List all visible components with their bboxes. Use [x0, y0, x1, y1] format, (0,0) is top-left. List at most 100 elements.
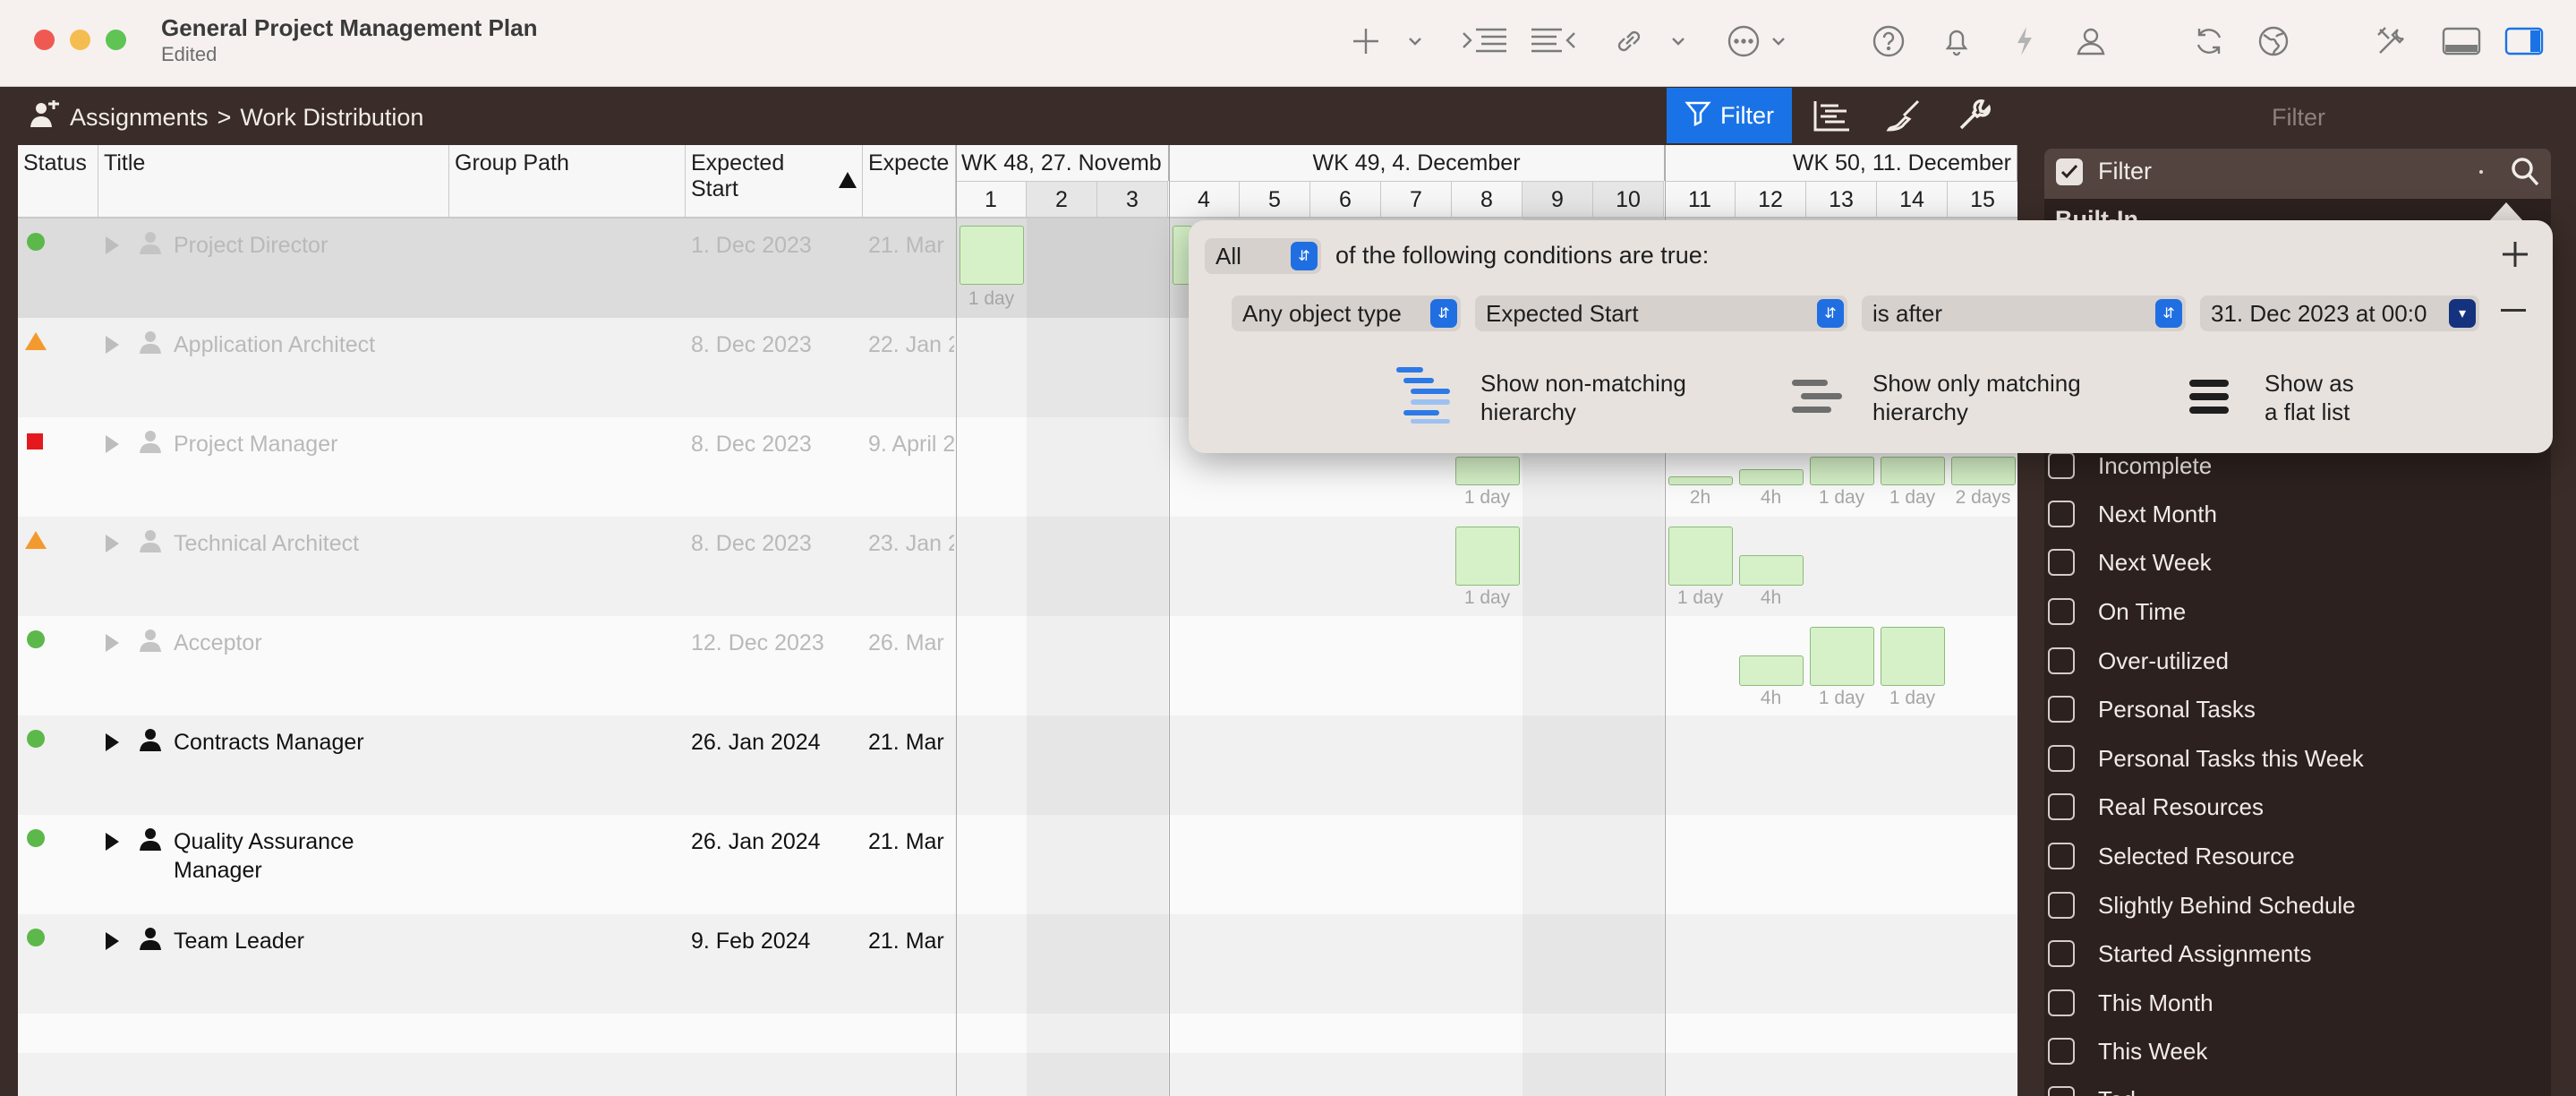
brush-icon[interactable] — [1880, 88, 1928, 143]
match-mode-select[interactable]: All ⇵ — [1205, 238, 1321, 274]
filter-checkbox[interactable] — [2048, 843, 2075, 869]
filter-checkbox[interactable] — [2048, 696, 2075, 723]
flat-list-icon[interactable] — [2188, 376, 2231, 422]
assignment-bar[interactable] — [1739, 555, 1804, 586]
link-icon[interactable] — [1611, 23, 1647, 59]
table-row[interactable] — [18, 1014, 2017, 1053]
filter-checkbox[interactable] — [2048, 1086, 2075, 1096]
date-value-field[interactable]: 31. Dec 2023 at 00:0 ▾ — [2200, 295, 2479, 331]
filter-item-today[interactable]: Tod — [2048, 1080, 2136, 1096]
more-icon[interactable] — [1724, 23, 1763, 59]
filter-item-personal-tasks[interactable]: Personal Tasks — [2048, 689, 2256, 729]
minimize-window-button[interactable] — [70, 30, 90, 50]
field-select[interactable]: Expected Start ⇵ — [1475, 295, 1847, 331]
assignment-bar[interactable] — [1455, 527, 1520, 586]
globe-icon[interactable] — [2256, 23, 2291, 59]
filter-checkbox[interactable] — [2048, 989, 2075, 1016]
option-matching-label[interactable]: Show only matching hierarchy — [1872, 369, 2081, 426]
column-header-status[interactable]: Status — [18, 145, 98, 217]
plus-icon[interactable] — [1348, 23, 1384, 59]
bell-icon[interactable] — [1939, 23, 1975, 59]
assignment-bar[interactable] — [1810, 627, 1874, 686]
filter-item-on-time[interactable]: On Time — [2048, 592, 2186, 631]
filter-item-slightly-behind-schedule[interactable]: Slightly Behind Schedule — [2048, 886, 2356, 925]
filter-item-this-week[interactable]: This Week — [2048, 1032, 2207, 1071]
assignment-bar[interactable] — [1668, 527, 1733, 586]
chevron-down-icon[interactable] — [1767, 23, 1790, 59]
bolt-icon[interactable] — [2010, 23, 2037, 59]
close-window-button[interactable] — [34, 30, 55, 50]
bottom-panel-icon[interactable] — [2440, 23, 2483, 59]
column-header-expected-start[interactable]: Expected Start — [686, 145, 863, 217]
right-panel-icon[interactable] — [2503, 23, 2546, 59]
object-type-select[interactable]: Any object type ⇵ — [1232, 295, 1461, 331]
table-row[interactable]: Contracts Manager 26. Jan 2024 21. Mar — [18, 715, 2017, 815]
filter-checkbox[interactable] — [2048, 549, 2075, 576]
filter-checkbox[interactable] — [2048, 745, 2075, 772]
assignment-bar[interactable] — [960, 226, 1024, 285]
breadcrumb-current[interactable]: Work Distribution — [240, 104, 423, 132]
column-header-group-path[interactable]: Group Path — [449, 145, 686, 217]
zoom-window-button[interactable] — [106, 30, 126, 50]
assignment-bar[interactable] — [1739, 655, 1804, 686]
chevron-down-icon[interactable] — [1667, 23, 1690, 59]
indent-icon[interactable] — [1461, 23, 1509, 59]
option-non-matching-label[interactable]: Show non-matching hierarchy — [1480, 369, 1686, 426]
assignment-bar[interactable] — [1881, 457, 1945, 485]
remove-condition-icon[interactable] — [2501, 309, 2526, 312]
assignment-bar[interactable] — [1455, 457, 1520, 485]
add-condition-icon[interactable] — [2499, 238, 2531, 275]
disclosure-triangle-icon[interactable] — [106, 932, 119, 950]
person-icon[interactable] — [2073, 23, 2109, 59]
table-row[interactable]: Quality Assurance Manager 26. Jan 2024 2… — [18, 815, 2017, 914]
search-icon[interactable] — [2510, 156, 2540, 193]
gantt-layout-icon[interactable] — [1808, 88, 1856, 143]
filter-checkbox[interactable] — [2048, 940, 2075, 967]
disclosure-triangle-icon[interactable] — [106, 833, 119, 851]
filter-item-this-month[interactable]: This Month — [2048, 983, 2213, 1023]
filter-item-selected-resource[interactable]: Selected Resource — [2048, 836, 2295, 876]
table-row[interactable]: Acceptor 12. Dec 2023 26. Mar — [18, 616, 2017, 715]
table-row[interactable] — [18, 1053, 2017, 1096]
wrench-icon[interactable] — [1949, 88, 1998, 143]
hierarchy-non-matching-icon[interactable] — [1395, 365, 1454, 429]
filter-checkbox[interactable] — [2048, 452, 2075, 479]
filter-checkbox[interactable] — [2048, 501, 2075, 527]
assignment-bar[interactable] — [1810, 457, 1874, 485]
tools-icon[interactable] — [2374, 23, 2410, 59]
disclosure-triangle-icon[interactable] — [106, 634, 119, 652]
assignment-bar[interactable] — [1668, 476, 1733, 485]
filter-enabled-checkbox[interactable] — [2056, 158, 2083, 185]
table-row[interactable]: Team Leader 9. Feb 2024 21. Mar — [18, 914, 2017, 1014]
filter-checkbox[interactable] — [2048, 1038, 2075, 1065]
filter-button[interactable]: Filter — [1667, 88, 1792, 143]
disclosure-triangle-icon[interactable] — [106, 535, 119, 552]
filter-checkbox[interactable] — [2048, 647, 2075, 674]
column-header-title[interactable]: Title — [98, 145, 449, 217]
assignment-bar[interactable] — [1881, 627, 1945, 686]
disclosure-triangle-icon[interactable] — [106, 733, 119, 751]
column-header-expected-end[interactable]: Expecte — [863, 145, 956, 217]
help-icon[interactable] — [1871, 23, 1906, 59]
disclosure-triangle-icon[interactable] — [106, 236, 119, 254]
filter-item-next-month[interactable]: Next Month — [2048, 494, 2217, 534]
filter-item-next-week[interactable]: Next Week — [2048, 543, 2212, 582]
outdent-icon[interactable] — [1529, 23, 1577, 59]
filter-checkbox[interactable] — [2048, 598, 2075, 625]
filter-item-over-utilized[interactable]: Over-utilized — [2048, 641, 2229, 681]
hierarchy-matching-icon[interactable] — [1790, 376, 1844, 422]
refresh-icon[interactable] — [2191, 23, 2227, 59]
assignment-bar[interactable] — [1951, 457, 2016, 485]
filter-checkbox[interactable] — [2048, 793, 2075, 820]
chevron-down-icon[interactable]: ▾ — [2449, 299, 2476, 328]
filter-item-real-resources[interactable]: Real Resources — [2048, 787, 2264, 826]
filter-item-personal-tasks-this-week[interactable]: Personal Tasks this Week — [2048, 739, 2364, 778]
assignment-bar[interactable] — [1739, 469, 1804, 485]
disclosure-triangle-icon[interactable] — [106, 336, 119, 354]
operator-select[interactable]: is after ⇵ — [1862, 295, 2186, 331]
chevron-down-icon[interactable] — [1403, 23, 1427, 59]
filter-item-started-assignments[interactable]: Started Assignments — [2048, 934, 2311, 973]
option-flat-list-label[interactable]: Show as a flat list — [2265, 369, 2354, 426]
disclosure-triangle-icon[interactable] — [106, 435, 119, 453]
breadcrumb-root[interactable]: Assignments — [70, 104, 209, 132]
